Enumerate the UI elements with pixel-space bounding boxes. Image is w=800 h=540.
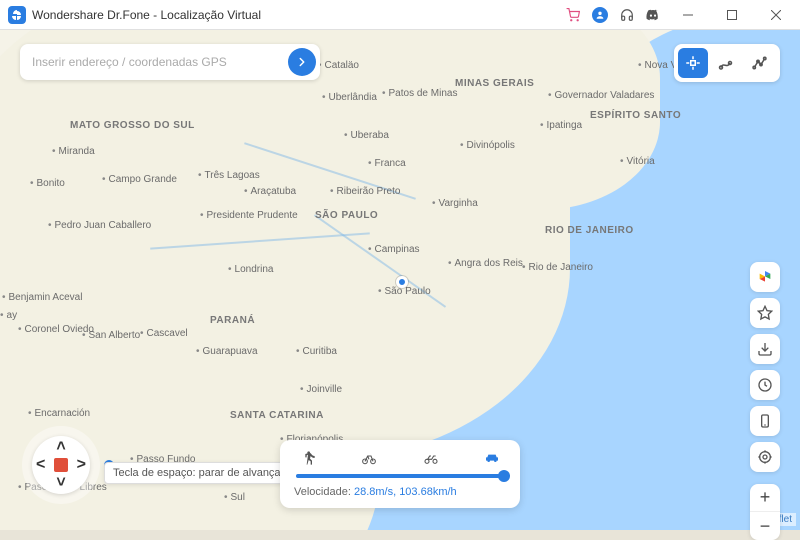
favorites-button[interactable] [750,298,780,328]
window-minimize[interactable] [672,5,704,25]
map-city-label: Franca [368,158,406,169]
map-state-label: MINAS GERAIS [455,78,534,89]
map-state-label: RIO DE JANEIRO [545,225,634,236]
map-city-label: Campinas [368,244,420,255]
map-state-label: ESPÍRITO SANTO [590,110,681,121]
joystick-right[interactable]: ˃ [77,456,86,474]
map-city-label: Rio de Janeiro [522,262,593,273]
joystick-left[interactable]: ˂ [36,456,45,474]
speed-label: Velocidade: [294,486,351,498]
speed-car-icon[interactable] [482,448,502,468]
map-city-label: Joinville [300,384,342,395]
joystick[interactable]: ˄ ˅ ˂ ˃ [22,426,100,504]
map-city-label: Guarapuava [196,346,258,357]
map-city-label: Miranda [52,146,95,157]
side-tool-column: + − [750,262,780,540]
search-go-button[interactable] [288,48,316,76]
joystick-tooltip: Tecla de espaço: parar de alvançar [104,462,293,484]
search-bar [20,44,320,80]
map-city-label: Angra dos Reis [448,258,523,269]
joystick-stop[interactable] [54,458,68,472]
map-city-label: Varginha [432,198,478,209]
map-city-label: San Alberto [82,330,140,341]
mode-two-spot[interactable] [712,48,742,78]
mode-multi-spot[interactable] [746,48,776,78]
titlebar: Wondershare Dr.Fone - Localização Virtua… [0,0,800,30]
history-button[interactable] [750,370,780,400]
window-maximize[interactable] [716,5,748,25]
map-city-label: Pedro Juan Caballero [48,220,151,231]
mode-teleport[interactable] [678,48,708,78]
map-city-label: Vitória [620,156,655,167]
map-city-label: Ribeirão Preto [330,186,400,197]
search-input[interactable] [32,55,288,69]
speed-slider[interactable] [296,474,504,478]
joystick-down[interactable]: ˅ [56,474,65,492]
map-state-label: PARANÁ [210,315,255,326]
map-city-label: Araçatuba [244,186,296,197]
map-city-label: Três Lagoas [198,170,260,181]
map-state-label: MATO GROSSO DO SUL [70,120,195,131]
map-city-label: Encarnación [28,408,90,419]
zoom-controls: + − [750,484,780,540]
device-button[interactable] [750,406,780,436]
speed-panel: Velocidade: 28.8m/s, 103.68km/h [280,440,520,508]
zoom-in-button[interactable]: + [750,484,780,512]
headset-icon[interactable] [620,8,634,22]
app-title: Wondershare Dr.Fone - Localização Virtua… [32,8,566,22]
app-logo [8,6,26,24]
map-city-label: Campo Grande [102,174,177,185]
map-city-label: Sul [224,492,245,503]
window-close[interactable] [760,5,792,25]
map-city-label: Londrina [228,264,273,275]
joystick-up[interactable]: ˄ [56,438,65,456]
user-icon[interactable] [592,7,608,23]
map-city-label: Curitiba [296,346,337,357]
map-city-label: Uberlândia [322,92,377,103]
map-state-label: SANTA CATARINA [230,410,324,421]
mode-bar [674,44,780,82]
speed-motorcycle-icon[interactable] [421,448,441,468]
recenter-button[interactable] [750,442,780,472]
map-city-label: Bonito [30,178,65,189]
map-city-label: Ipatinga [540,120,582,131]
cart-icon[interactable] [566,8,580,22]
speed-walk-icon[interactable] [298,448,318,468]
speed-value: 28.8m/s, 103.68km/h [354,486,457,498]
map-city-label: ay [0,310,17,321]
map-city-label: Cataläo [318,60,359,71]
import-button[interactable] [750,334,780,364]
map-city-label: Benjamin Aceval [2,292,82,303]
zoom-out-button[interactable]: − [750,512,780,540]
map-city-label: Uberaba [344,130,389,141]
map-state-label: SÃO PAULO [315,210,378,221]
map-city-label: Patos de Minas [382,88,457,99]
speed-bicycle-icon[interactable] [359,448,379,468]
map-city-label: São Paulo [378,286,431,297]
map-city-label: Divinópolis [460,140,515,151]
discord-icon[interactable] [646,8,660,22]
map-city-label: Presidente Prudente [200,210,298,221]
map-city-label: Governador Valadares [548,90,654,101]
map-city-label: Cascavel [140,328,188,339]
google-maps-button[interactable] [750,262,780,292]
speed-slider-thumb[interactable] [498,470,510,482]
location-marker[interactable] [396,276,408,288]
